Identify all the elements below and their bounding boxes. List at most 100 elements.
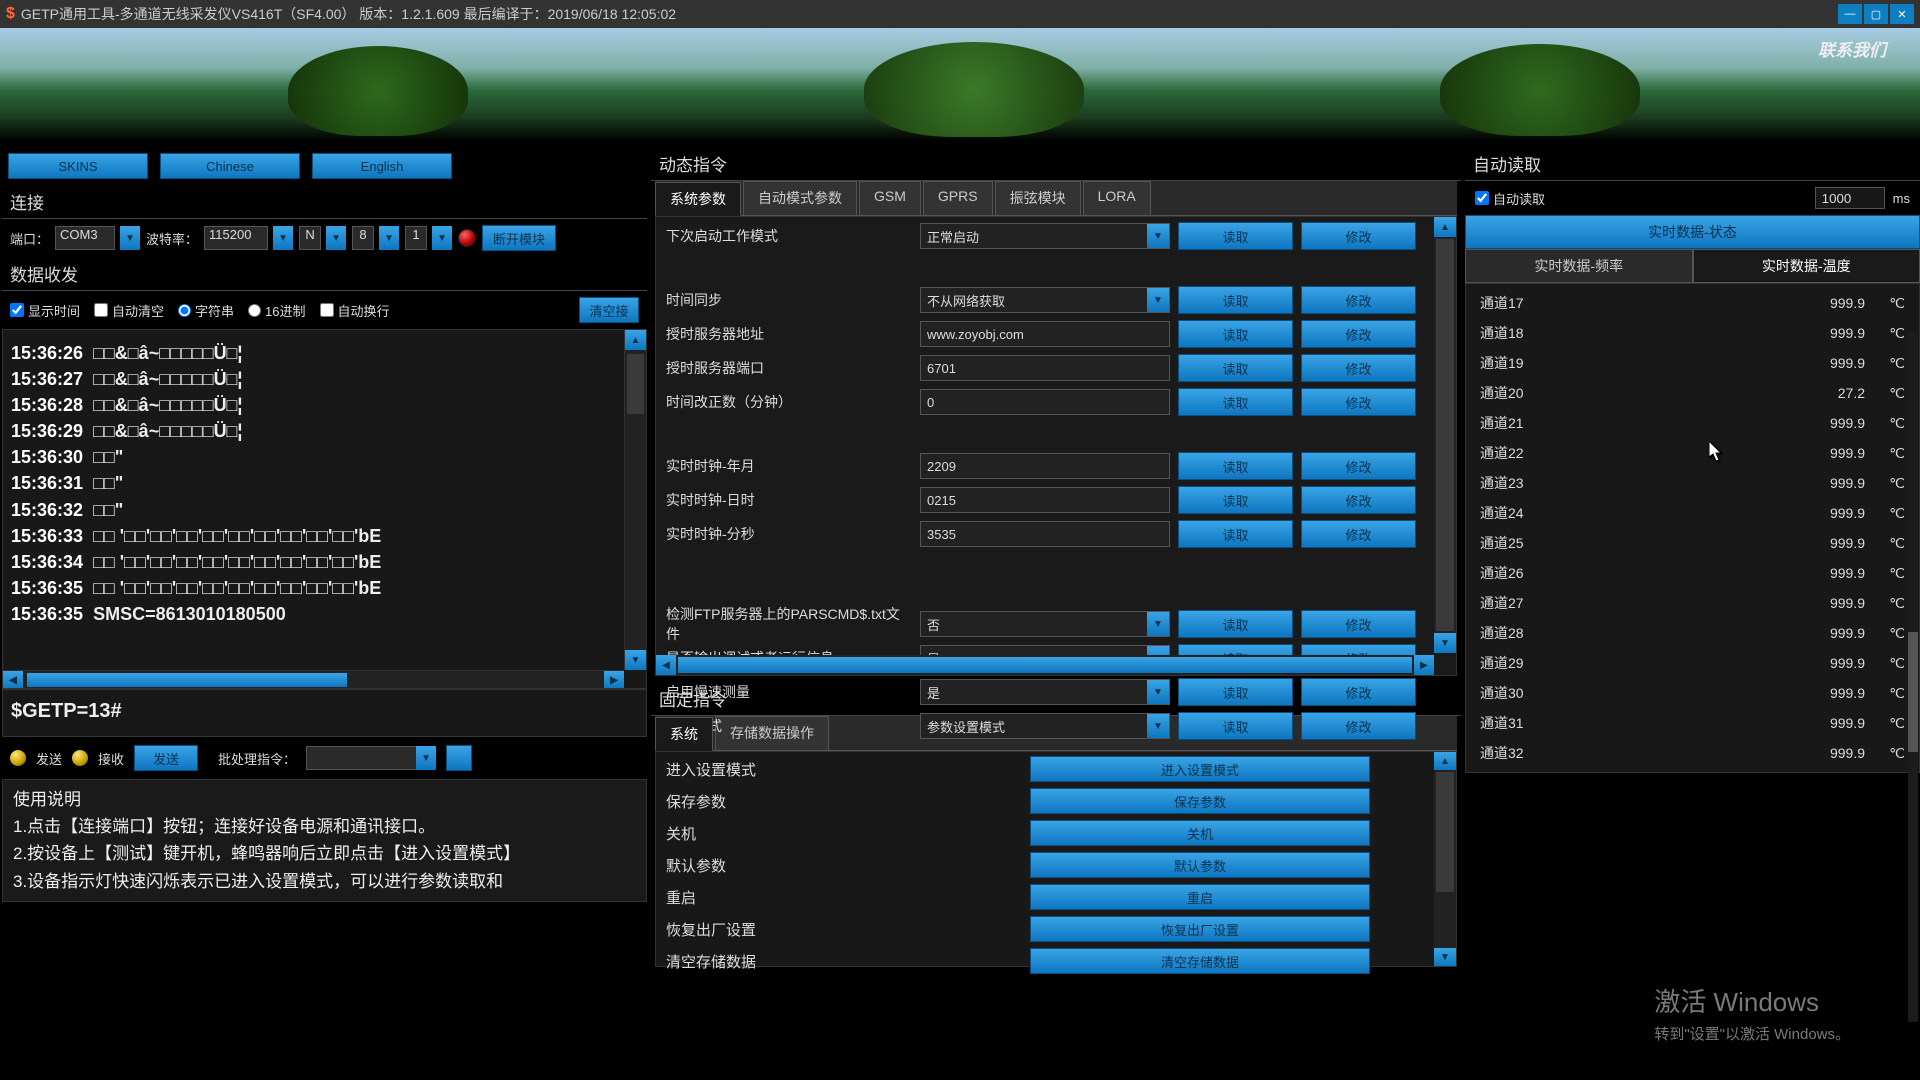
tab-2[interactable]: GSM — [859, 181, 921, 215]
fixed-tab-0[interactable]: 系统 — [655, 717, 713, 751]
autoclear-checkbox[interactable]: 自动清空 — [94, 301, 164, 320]
wrap-checkbox[interactable]: 自动换行 — [320, 301, 390, 320]
tab-3[interactable]: GPRS — [923, 181, 993, 215]
param-input[interactable]: www.zoyobj.com — [920, 321, 1170, 347]
channel-name: 通道17 — [1480, 293, 1785, 313]
param-combo[interactable]: 是▼ — [920, 679, 1170, 705]
tab-4[interactable]: 振弦模块 — [995, 181, 1081, 215]
write-button[interactable]: 修改 — [1301, 286, 1416, 314]
contact-link[interactable]: 联系我们 — [1818, 36, 1886, 61]
read-button[interactable]: 读取 — [1178, 388, 1293, 416]
connect-row: 端口： COM3▼ 波特率： 115200▼ N▼ 8▼ 1▼ 断开模块 — [2, 219, 647, 257]
charstr-radio[interactable]: 字符串 — [178, 301, 234, 320]
batch-run-button[interactable] — [446, 745, 472, 771]
read-button[interactable]: 读取 — [1178, 678, 1293, 706]
fixed-cmd-button[interactable]: 重启 — [1030, 884, 1370, 910]
english-button[interactable]: English — [312, 153, 452, 179]
hex-radio[interactable]: 16进制 — [248, 301, 305, 320]
param-input[interactable]: 2209 — [920, 453, 1170, 479]
maximize-button[interactable]: ▢ — [1864, 4, 1888, 24]
channel-unit: ℃ — [1865, 475, 1905, 492]
param-input[interactable]: 0 — [920, 389, 1170, 415]
read-button[interactable]: 读取 — [1178, 286, 1293, 314]
baud-arrow[interactable]: ▼ — [273, 226, 293, 250]
fixed-cmd-button[interactable]: 关机 — [1030, 820, 1370, 846]
batch-arrow[interactable]: ▼ — [416, 746, 436, 770]
param-combo[interactable]: 不从网络获取▼ — [920, 287, 1170, 313]
open-port-button[interactable]: 断开模块 — [482, 225, 556, 251]
baud-select[interactable]: 115200 — [204, 226, 268, 250]
tab-5[interactable]: LORA — [1083, 181, 1151, 215]
minimize-button[interactable]: — — [1838, 4, 1862, 24]
read-button[interactable]: 读取 — [1178, 520, 1293, 548]
write-button[interactable]: 修改 — [1301, 354, 1416, 382]
stopbits-arrow[interactable]: ▼ — [432, 226, 452, 250]
batch-select[interactable] — [306, 746, 417, 770]
param-combo[interactable]: 正常启动▼ — [920, 223, 1170, 249]
chinese-button[interactable]: Chinese — [160, 153, 300, 179]
param-input[interactable]: 0215 — [920, 487, 1170, 513]
fixed-cmd-button[interactable]: 清空存储数据 — [1030, 948, 1370, 974]
fixed-cmd-row: 保存参数保存参数 — [662, 786, 1450, 816]
realtime-status-tab[interactable]: 实时数据-状态 — [1465, 215, 1920, 249]
channel-unit: ℃ — [1865, 535, 1905, 552]
send-button[interactable]: 发送 — [134, 745, 198, 771]
channel-value: 999.9 — [1785, 595, 1865, 611]
showtime-checkbox[interactable]: 显示时间 — [10, 301, 80, 320]
read-button[interactable]: 读取 — [1178, 222, 1293, 250]
param-row: 授时服务器地址www.zoyobj.com读取修改 — [662, 319, 1450, 349]
param-input[interactable]: 6701 — [920, 355, 1170, 381]
read-button[interactable]: 读取 — [1178, 452, 1293, 480]
write-button[interactable]: 修改 — [1301, 388, 1416, 416]
right-scrollbar[interactable] — [1908, 332, 1918, 1022]
port-select[interactable]: COM3 — [55, 226, 115, 250]
read-button[interactable]: 读取 — [1178, 354, 1293, 382]
skins-button[interactable]: SKINS — [8, 153, 148, 179]
recv-led — [72, 750, 88, 766]
command-input[interactable]: $GETP=13# — [2, 689, 647, 737]
channel-value: 999.9 — [1785, 355, 1865, 371]
params-hscroll[interactable]: ◀▶ — [656, 655, 1434, 675]
params-vscroll[interactable]: ▲▼ — [1434, 217, 1456, 653]
port-arrow[interactable]: ▼ — [120, 226, 140, 250]
realtime-temp-tab[interactable]: 实时数据-温度 — [1693, 249, 1920, 283]
write-button[interactable]: 修改 — [1301, 678, 1416, 706]
clear-recv-button[interactable]: 清空接 — [579, 297, 639, 323]
write-button[interactable]: 修改 — [1301, 520, 1416, 548]
fixed-cmd-button[interactable]: 恢复出厂设置 — [1030, 916, 1370, 942]
fixed-vscroll[interactable]: ▲▼ — [1434, 752, 1456, 966]
read-button[interactable]: 读取 — [1178, 610, 1293, 638]
parity-select[interactable]: N — [299, 226, 321, 250]
write-button[interactable]: 修改 — [1301, 610, 1416, 638]
autoread-checkbox[interactable]: 自动读取 — [1475, 189, 1545, 208]
log-hscroll[interactable]: ◀▶ — [3, 670, 624, 688]
fixed-cmd-button[interactable]: 进入设置模式 — [1030, 756, 1370, 782]
tab-1[interactable]: 自动模式参数 — [743, 181, 857, 215]
realtime-freq-tab[interactable]: 实时数据-频率 — [1465, 249, 1693, 283]
channel-unit: ℃ — [1865, 655, 1905, 672]
param-combo[interactable]: 参数设置模式▼ — [920, 713, 1170, 739]
param-input[interactable]: 3535 — [920, 521, 1170, 547]
read-button[interactable]: 读取 — [1178, 486, 1293, 514]
fixed-cmd-button[interactable]: 保存参数 — [1030, 788, 1370, 814]
stopbits-select[interactable]: 1 — [405, 226, 427, 250]
write-button[interactable]: 修改 — [1301, 452, 1416, 480]
channel-value: 999.9 — [1785, 445, 1865, 461]
interval-input[interactable] — [1815, 187, 1885, 209]
databits-select[interactable]: 8 — [352, 226, 374, 250]
log-panel[interactable]: 15:36:26 □□&□â~□□□□□Ü□¦15:36:27 □□&□â~□□… — [2, 329, 647, 689]
write-button[interactable]: 修改 — [1301, 486, 1416, 514]
fixed-cmd-button[interactable]: 默认参数 — [1030, 852, 1370, 878]
log-vscroll[interactable]: ▲▼ — [624, 330, 646, 670]
tab-0[interactable]: 系统参数 — [655, 182, 741, 216]
close-button[interactable]: ✕ — [1890, 4, 1914, 24]
write-button[interactable]: 修改 — [1301, 712, 1416, 740]
param-label: 时间同步 — [662, 290, 912, 310]
write-button[interactable]: 修改 — [1301, 222, 1416, 250]
read-button[interactable]: 读取 — [1178, 320, 1293, 348]
read-button[interactable]: 读取 — [1178, 712, 1293, 740]
param-combo[interactable]: 否▼ — [920, 611, 1170, 637]
parity-arrow[interactable]: ▼ — [326, 226, 346, 250]
write-button[interactable]: 修改 — [1301, 320, 1416, 348]
databits-arrow[interactable]: ▼ — [379, 226, 399, 250]
